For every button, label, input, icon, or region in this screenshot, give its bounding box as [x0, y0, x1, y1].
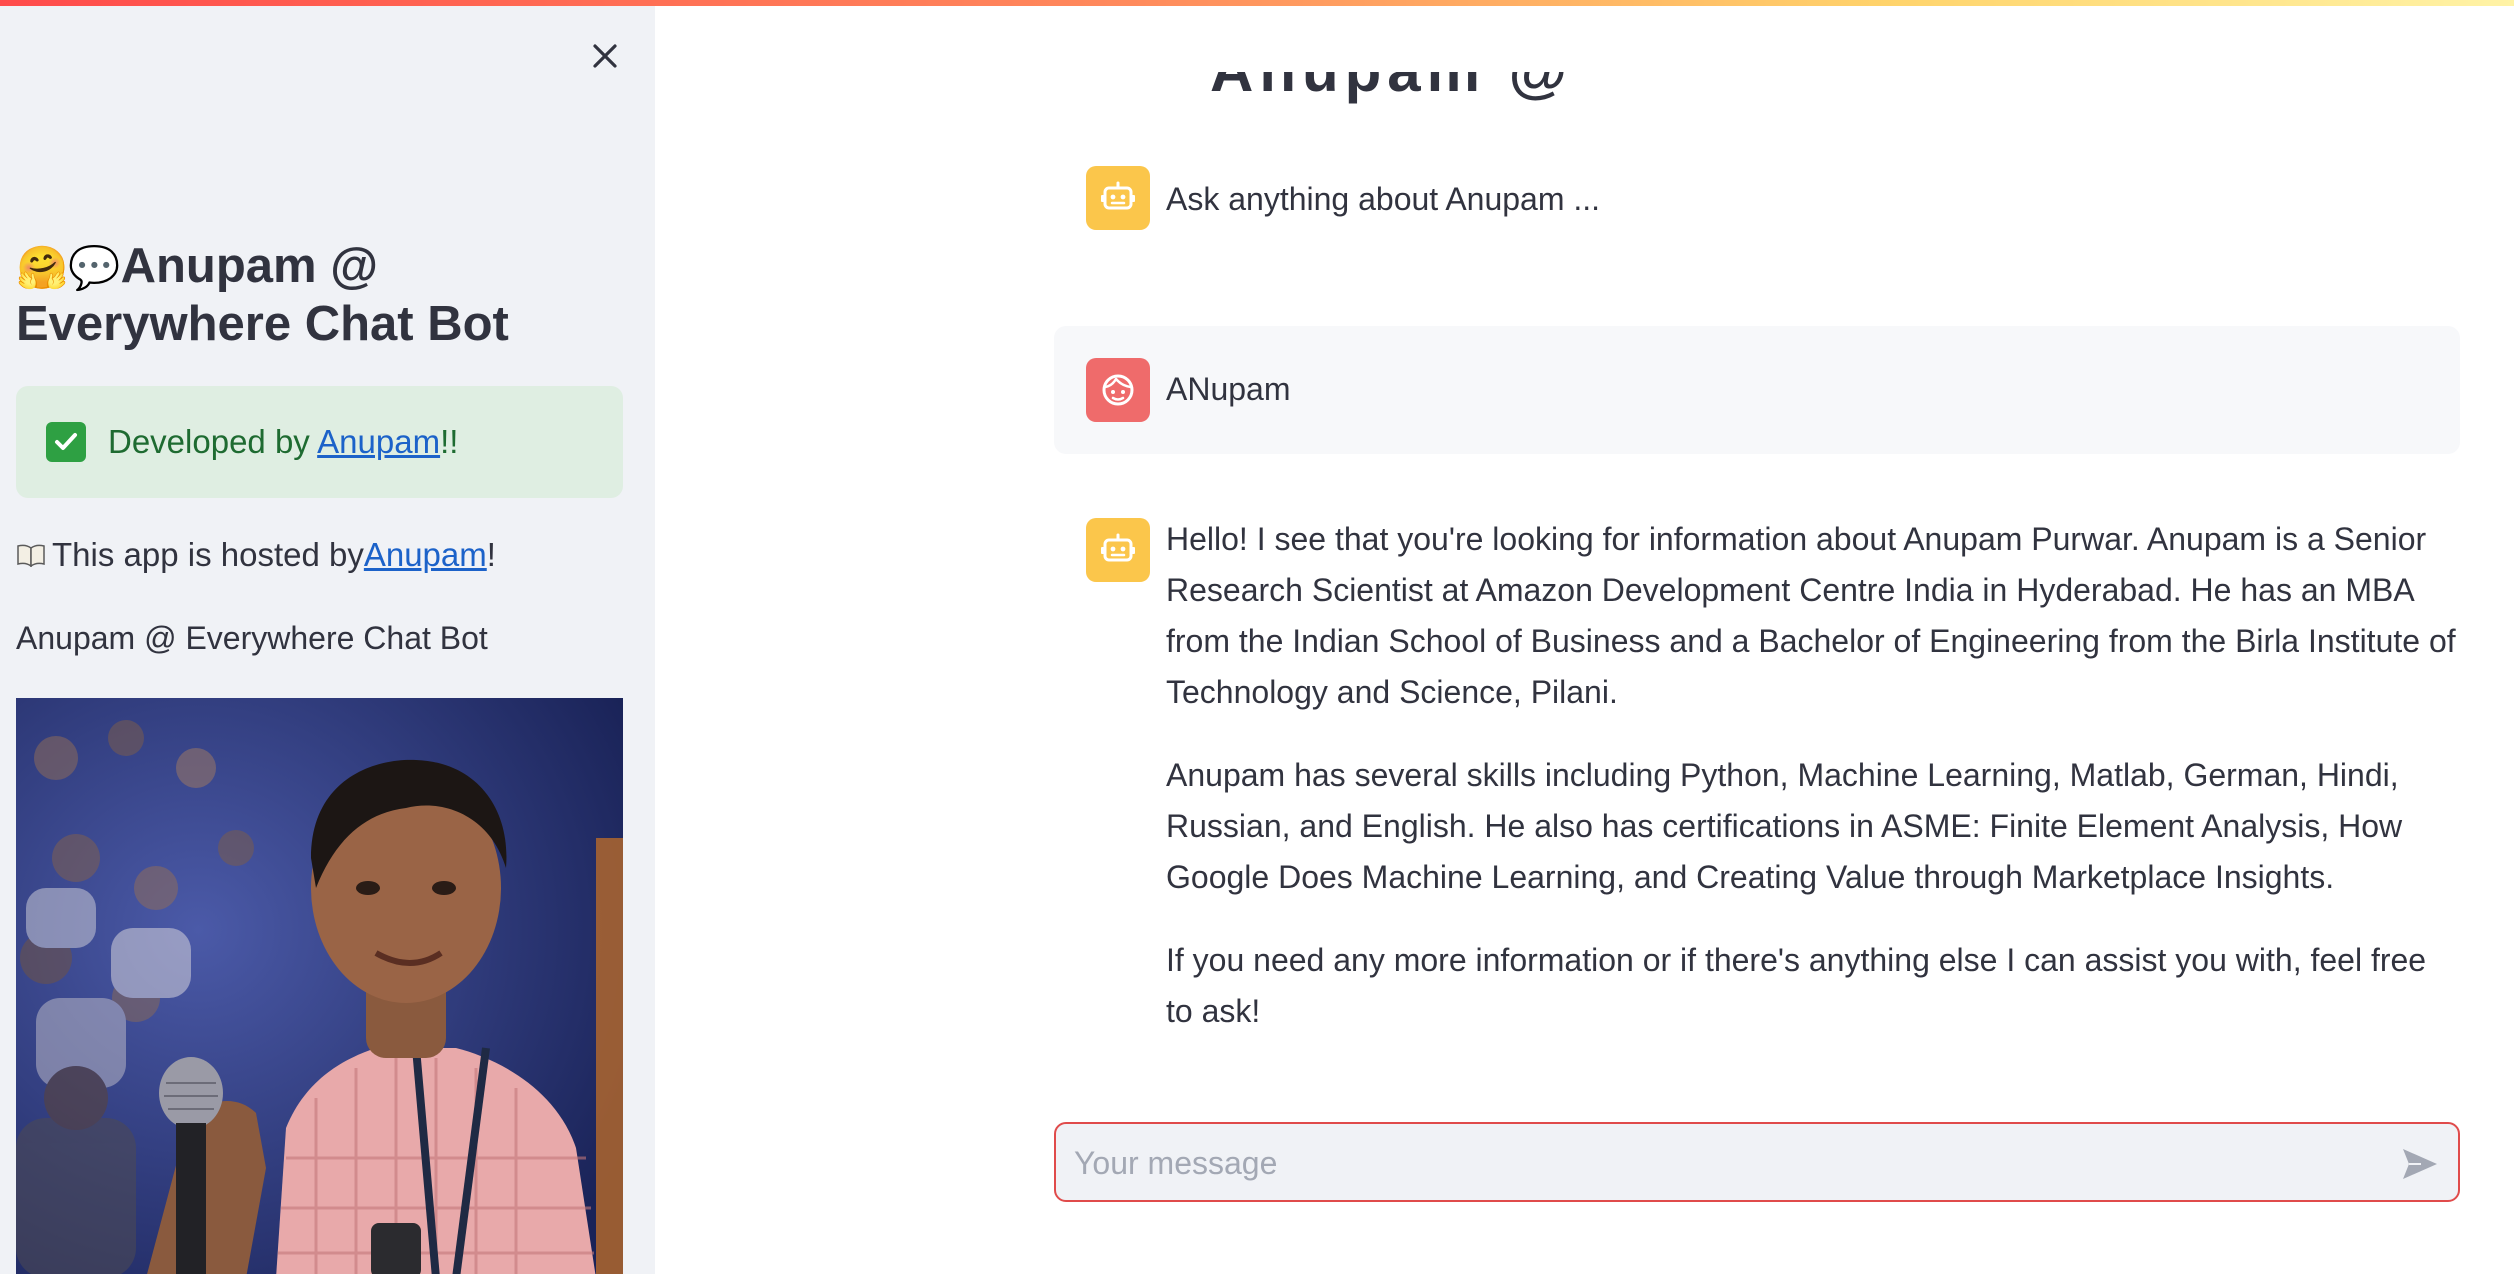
success-text: Developed by Anupam!!: [108, 423, 458, 461]
bot-icon: [1101, 533, 1135, 562]
chat-input-box: [1054, 1122, 2460, 1202]
sidebar: 🤗💬Anupam @ Everywhere Chat Bot Developed…: [0, 0, 655, 1274]
chat-message-assistant: Ask anything about Anupam ...: [1054, 158, 2460, 238]
message-input[interactable]: [1072, 1124, 2376, 1202]
message-paragraph: Anupam has several skills including Pyth…: [1166, 757, 2403, 895]
profile-photo-illustration: [16, 698, 623, 1274]
top-decoration-bar: [0, 0, 2514, 6]
message-text: ANupam: [1166, 371, 1291, 407]
check-icon: [46, 422, 86, 462]
message-paragraph: Hello! I see that you're looking for inf…: [1166, 521, 2456, 710]
close-sidebar-button[interactable]: [580, 36, 630, 76]
chat-message-user: ANupam: [1054, 326, 2460, 454]
send-icon: [2403, 1149, 2437, 1179]
hosted-prefix: This app is hosted by: [52, 536, 364, 573]
message-body: Hello! I see that you're looking for inf…: [1166, 514, 2456, 1069]
success-alert: Developed by Anupam!!: [16, 386, 623, 498]
message-paragraph: If you need any more information or if t…: [1166, 942, 2427, 1029]
hosted-by-text: This app is hosted by Anupam!: [16, 536, 496, 574]
bot-icon: [1101, 181, 1135, 210]
close-icon: [593, 44, 617, 68]
book-icon: [16, 543, 46, 567]
host-link[interactable]: Anupam: [364, 536, 487, 574]
bot-avatar: [1086, 166, 1150, 230]
chat-message-assistant: Hello! I see that you're looking for inf…: [1054, 514, 2460, 1029]
user-face-icon: [1102, 374, 1134, 406]
success-suffix: !!: [440, 423, 459, 460]
title-emoji: 🤗💬: [16, 243, 121, 292]
hosted-suffix: !: [486, 536, 496, 573]
user-avatar: [1086, 358, 1150, 422]
send-button[interactable]: [2400, 1144, 2440, 1184]
profile-photo: [16, 698, 623, 1274]
message-text: Ask anything about Anupam ...: [1166, 181, 1601, 217]
sidebar-title: 🤗💬Anupam @ Everywhere Chat Bot: [16, 238, 626, 353]
sidebar-caption: Anupam @ Everywhere Chat Bot: [16, 620, 488, 656]
bot-avatar: [1086, 518, 1150, 582]
developer-link[interactable]: Anupam: [317, 423, 440, 460]
page-heading-cut-off: Anupam @ Everywhere: [1210, 72, 1730, 112]
success-prefix: Developed by: [108, 423, 318, 460]
